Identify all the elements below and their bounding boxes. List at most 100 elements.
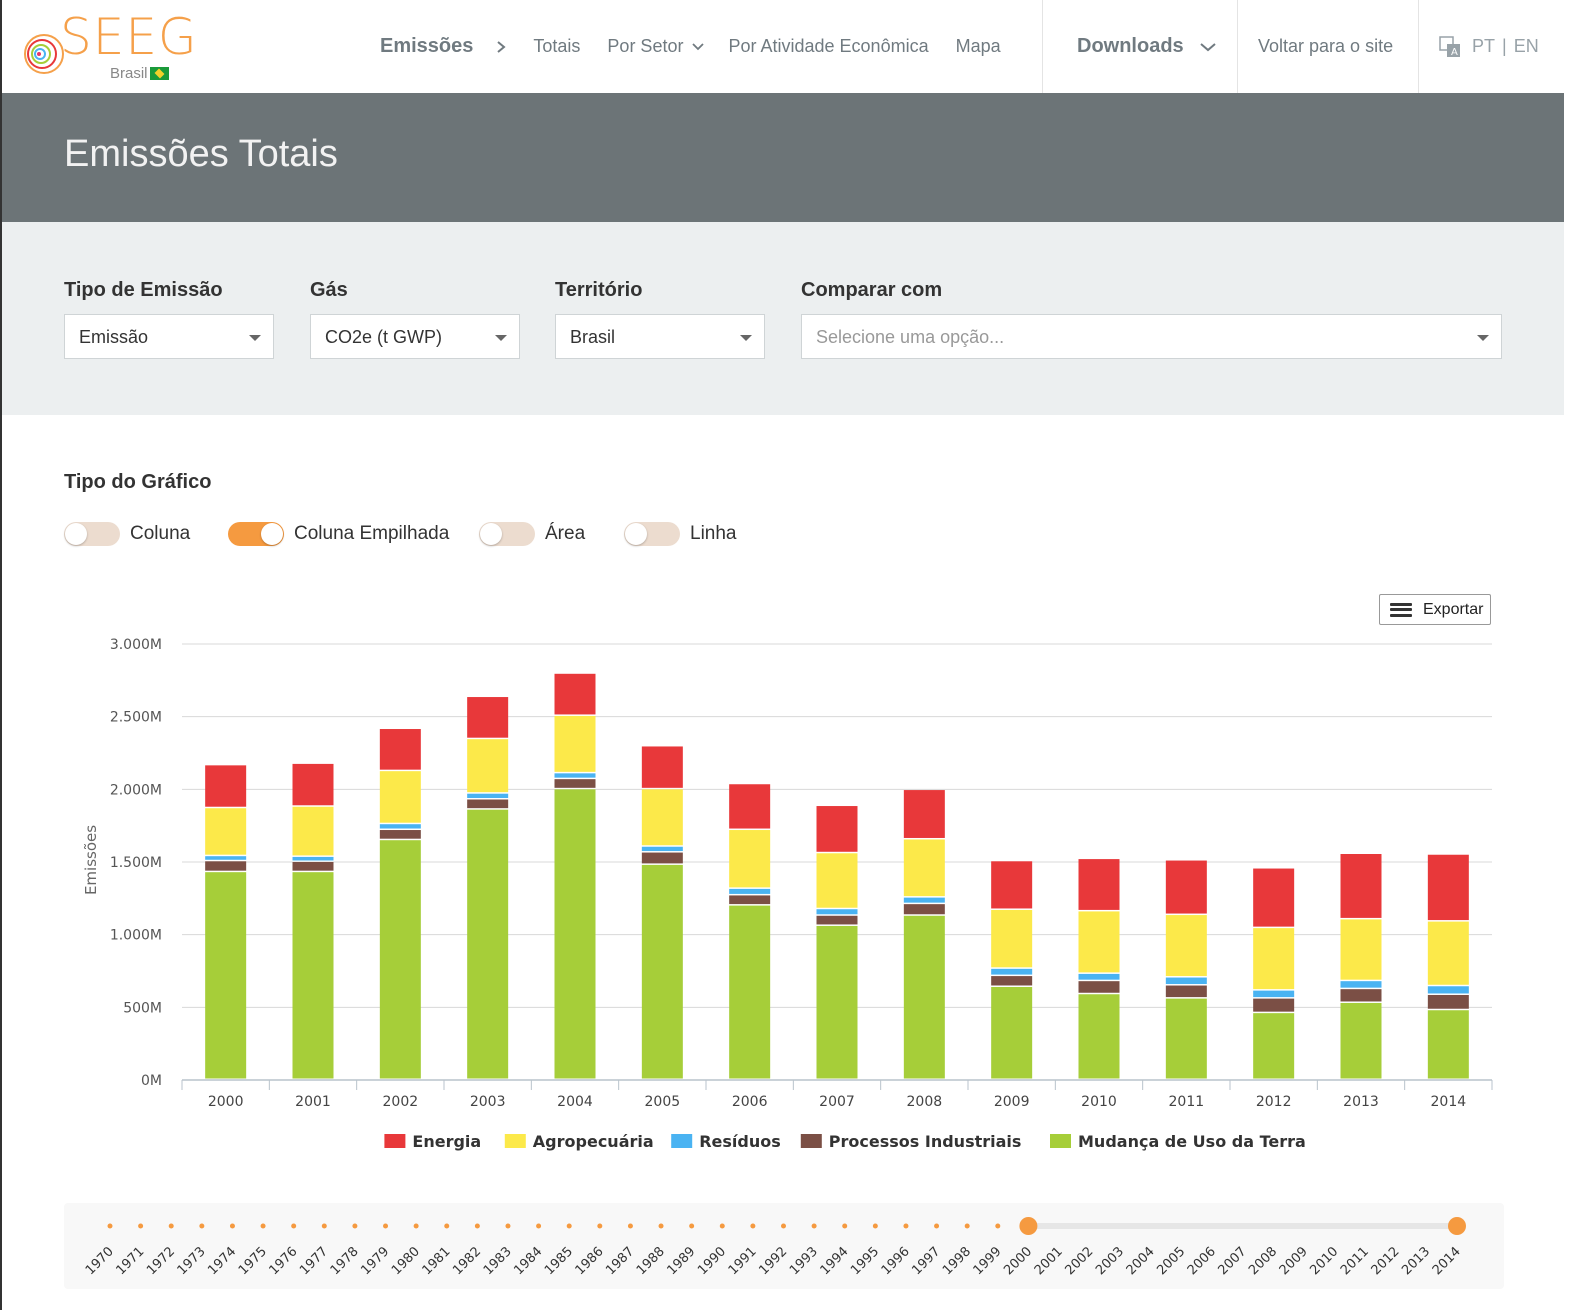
timeline-year-label[interactable]: 2000 [1001, 1244, 1035, 1278]
timeline-dot[interactable] [383, 1223, 389, 1229]
timeline-year-label[interactable]: 1985 [542, 1244, 576, 1278]
timeline-year-label[interactable]: 1978 [328, 1244, 362, 1278]
timeline-dot[interactable] [750, 1223, 756, 1229]
territorio-select[interactable]: Brasil [555, 314, 765, 359]
nav-por-atividade[interactable]: Por Atividade Econômica [728, 36, 928, 57]
timeline-year-label[interactable]: 2012 [1369, 1244, 1403, 1278]
timeline-dot[interactable] [995, 1223, 1001, 1229]
timeline-year-label[interactable]: 1992 [756, 1244, 790, 1278]
timeline-dot[interactable] [291, 1223, 297, 1229]
timeline-dot[interactable] [168, 1223, 174, 1229]
toggle-area[interactable]: Área [479, 522, 585, 546]
timeline-year-label[interactable]: 2010 [1307, 1244, 1341, 1278]
toggle-switch[interactable] [624, 522, 680, 546]
timeline-year-label[interactable]: 1976 [267, 1244, 301, 1278]
timeline-dot[interactable] [474, 1223, 480, 1229]
toggle-linha[interactable]: Linha [624, 522, 737, 546]
timeline-year-label[interactable]: 2007 [1216, 1244, 1250, 1278]
toggle-coluna-empilhada[interactable]: Coluna Empilhada [228, 522, 449, 546]
timeline-year-label[interactable]: 1984 [511, 1244, 545, 1278]
timeline-dot[interactable] [260, 1223, 266, 1229]
timeline-year-label[interactable]: 1977 [297, 1244, 331, 1278]
timeline-year-label[interactable]: 2004 [1124, 1244, 1158, 1278]
toggle-switch[interactable] [228, 522, 284, 546]
timeline-year-label[interactable]: 1975 [236, 1244, 270, 1278]
timeline-dot[interactable] [903, 1223, 909, 1229]
timeline-year-label[interactable]: 1981 [420, 1244, 454, 1278]
timeline-year-label[interactable]: 1982 [450, 1244, 484, 1278]
timeline-year-label[interactable]: 1973 [175, 1244, 209, 1278]
timeline-year-label[interactable]: 2008 [1246, 1244, 1280, 1278]
timeline-year-label[interactable]: 2001 [1032, 1244, 1066, 1278]
nav-totais[interactable]: Totais [533, 36, 580, 57]
timeline-dot[interactable] [229, 1223, 235, 1229]
timeline-year-label[interactable]: 2011 [1338, 1244, 1372, 1278]
seeg-logo[interactable]: SEEG Brasil [20, 8, 197, 88]
toggle-switch[interactable] [479, 522, 535, 546]
timeline-dot[interactable] [811, 1223, 817, 1229]
timeline-year-label[interactable]: 1980 [389, 1244, 423, 1278]
timeline-dot[interactable] [934, 1223, 940, 1229]
timeline-dot[interactable] [781, 1223, 786, 1229]
year-timeline[interactable]: 1970197119721973197419751976197719781979… [64, 1203, 1504, 1289]
timeline-dot[interactable] [842, 1223, 848, 1229]
timeline-dot[interactable] [566, 1223, 572, 1229]
timeline-year-label[interactable]: 1979 [358, 1244, 392, 1278]
timeline-dot[interactable] [658, 1223, 664, 1229]
timeline-dot[interactable] [627, 1223, 633, 1229]
timeline-dot[interactable] [719, 1223, 725, 1229]
timeline-year-label[interactable]: 1999 [971, 1244, 1005, 1278]
timeline-year-label[interactable]: 1972 [144, 1244, 178, 1278]
timeline-year-label[interactable]: 1997 [909, 1244, 943, 1278]
timeline-start-handle[interactable] [1019, 1217, 1038, 1235]
timeline-year-label[interactable]: 1994 [818, 1244, 852, 1278]
timeline-dot[interactable] [413, 1223, 419, 1229]
timeline-end-handle[interactable] [1448, 1217, 1466, 1235]
timeline-year-label[interactable]: 1990 [695, 1244, 729, 1278]
timeline-dot[interactable] [689, 1223, 695, 1229]
nav-emissoes[interactable]: Emissões [380, 35, 473, 58]
timeline-year-label[interactable]: 1974 [205, 1244, 239, 1278]
timeline-dot[interactable] [444, 1223, 450, 1229]
timeline-year-label[interactable]: 1998 [940, 1244, 974, 1278]
timeline-year-label[interactable]: 1986 [573, 1244, 607, 1278]
timeline-year-label[interactable]: 1995 [848, 1244, 882, 1278]
timeline-year-label[interactable]: 1971 [113, 1244, 147, 1278]
timeline-dot[interactable] [352, 1223, 358, 1229]
gas-select[interactable]: CO2e (t GWP) [310, 314, 520, 359]
timeline-year-label[interactable]: 1991 [726, 1244, 760, 1278]
timeline-year-label[interactable]: 1989 [664, 1244, 698, 1278]
year-range-slider[interactable]: 1970 1971 1972 1973 1974 1975 1976 1977 1978 1979… [64, 1203, 1504, 1289]
timeline-year-label[interactable]: 2006 [1185, 1244, 1219, 1278]
timeline-year-label[interactable]: 1993 [787, 1244, 821, 1278]
tipo-emissao-select[interactable]: Emissão [64, 314, 274, 359]
timeline-year-label[interactable]: 1983 [481, 1244, 515, 1278]
timeline-dot[interactable] [321, 1223, 327, 1229]
timeline-year-label[interactable]: 1988 [634, 1244, 668, 1278]
timeline-year-label[interactable]: 2009 [1277, 1244, 1311, 1278]
timeline-dot[interactable] [107, 1223, 113, 1229]
timeline-dot[interactable] [872, 1223, 878, 1229]
timeline-dot[interactable] [505, 1223, 511, 1229]
timeline-year-label[interactable]: 1970 [83, 1244, 117, 1278]
lang-en[interactable]: EN [1514, 36, 1539, 57]
nav-mapa[interactable]: Mapa [956, 36, 1001, 57]
timeline-year-label[interactable]: 2003 [1093, 1244, 1127, 1278]
nav-por-setor[interactable]: Por Setor [607, 36, 683, 57]
timeline-dot[interactable] [536, 1223, 542, 1229]
voltar-link[interactable]: Voltar para o site [1258, 36, 1393, 57]
lang-pt[interactable]: PT [1472, 36, 1495, 57]
downloads-menu[interactable]: Downloads [1077, 0, 1216, 93]
timeline-dot[interactable] [964, 1223, 970, 1229]
comparar-select[interactable]: Selecione uma opção... [801, 314, 1502, 359]
timeline-year-label[interactable]: 2013 [1399, 1244, 1433, 1278]
toggle-coluna[interactable]: Coluna [64, 522, 190, 546]
timeline-dot[interactable] [597, 1223, 603, 1229]
timeline-year-label[interactable]: 1996 [879, 1244, 913, 1278]
timeline-dot[interactable] [199, 1223, 205, 1229]
timeline-year-label[interactable]: 2005 [1154, 1244, 1188, 1278]
timeline-year-label[interactable]: 1987 [603, 1244, 637, 1278]
timeline-year-label[interactable]: 2002 [1062, 1244, 1096, 1278]
toggle-switch[interactable] [64, 522, 120, 546]
timeline-dot[interactable] [138, 1223, 144, 1229]
